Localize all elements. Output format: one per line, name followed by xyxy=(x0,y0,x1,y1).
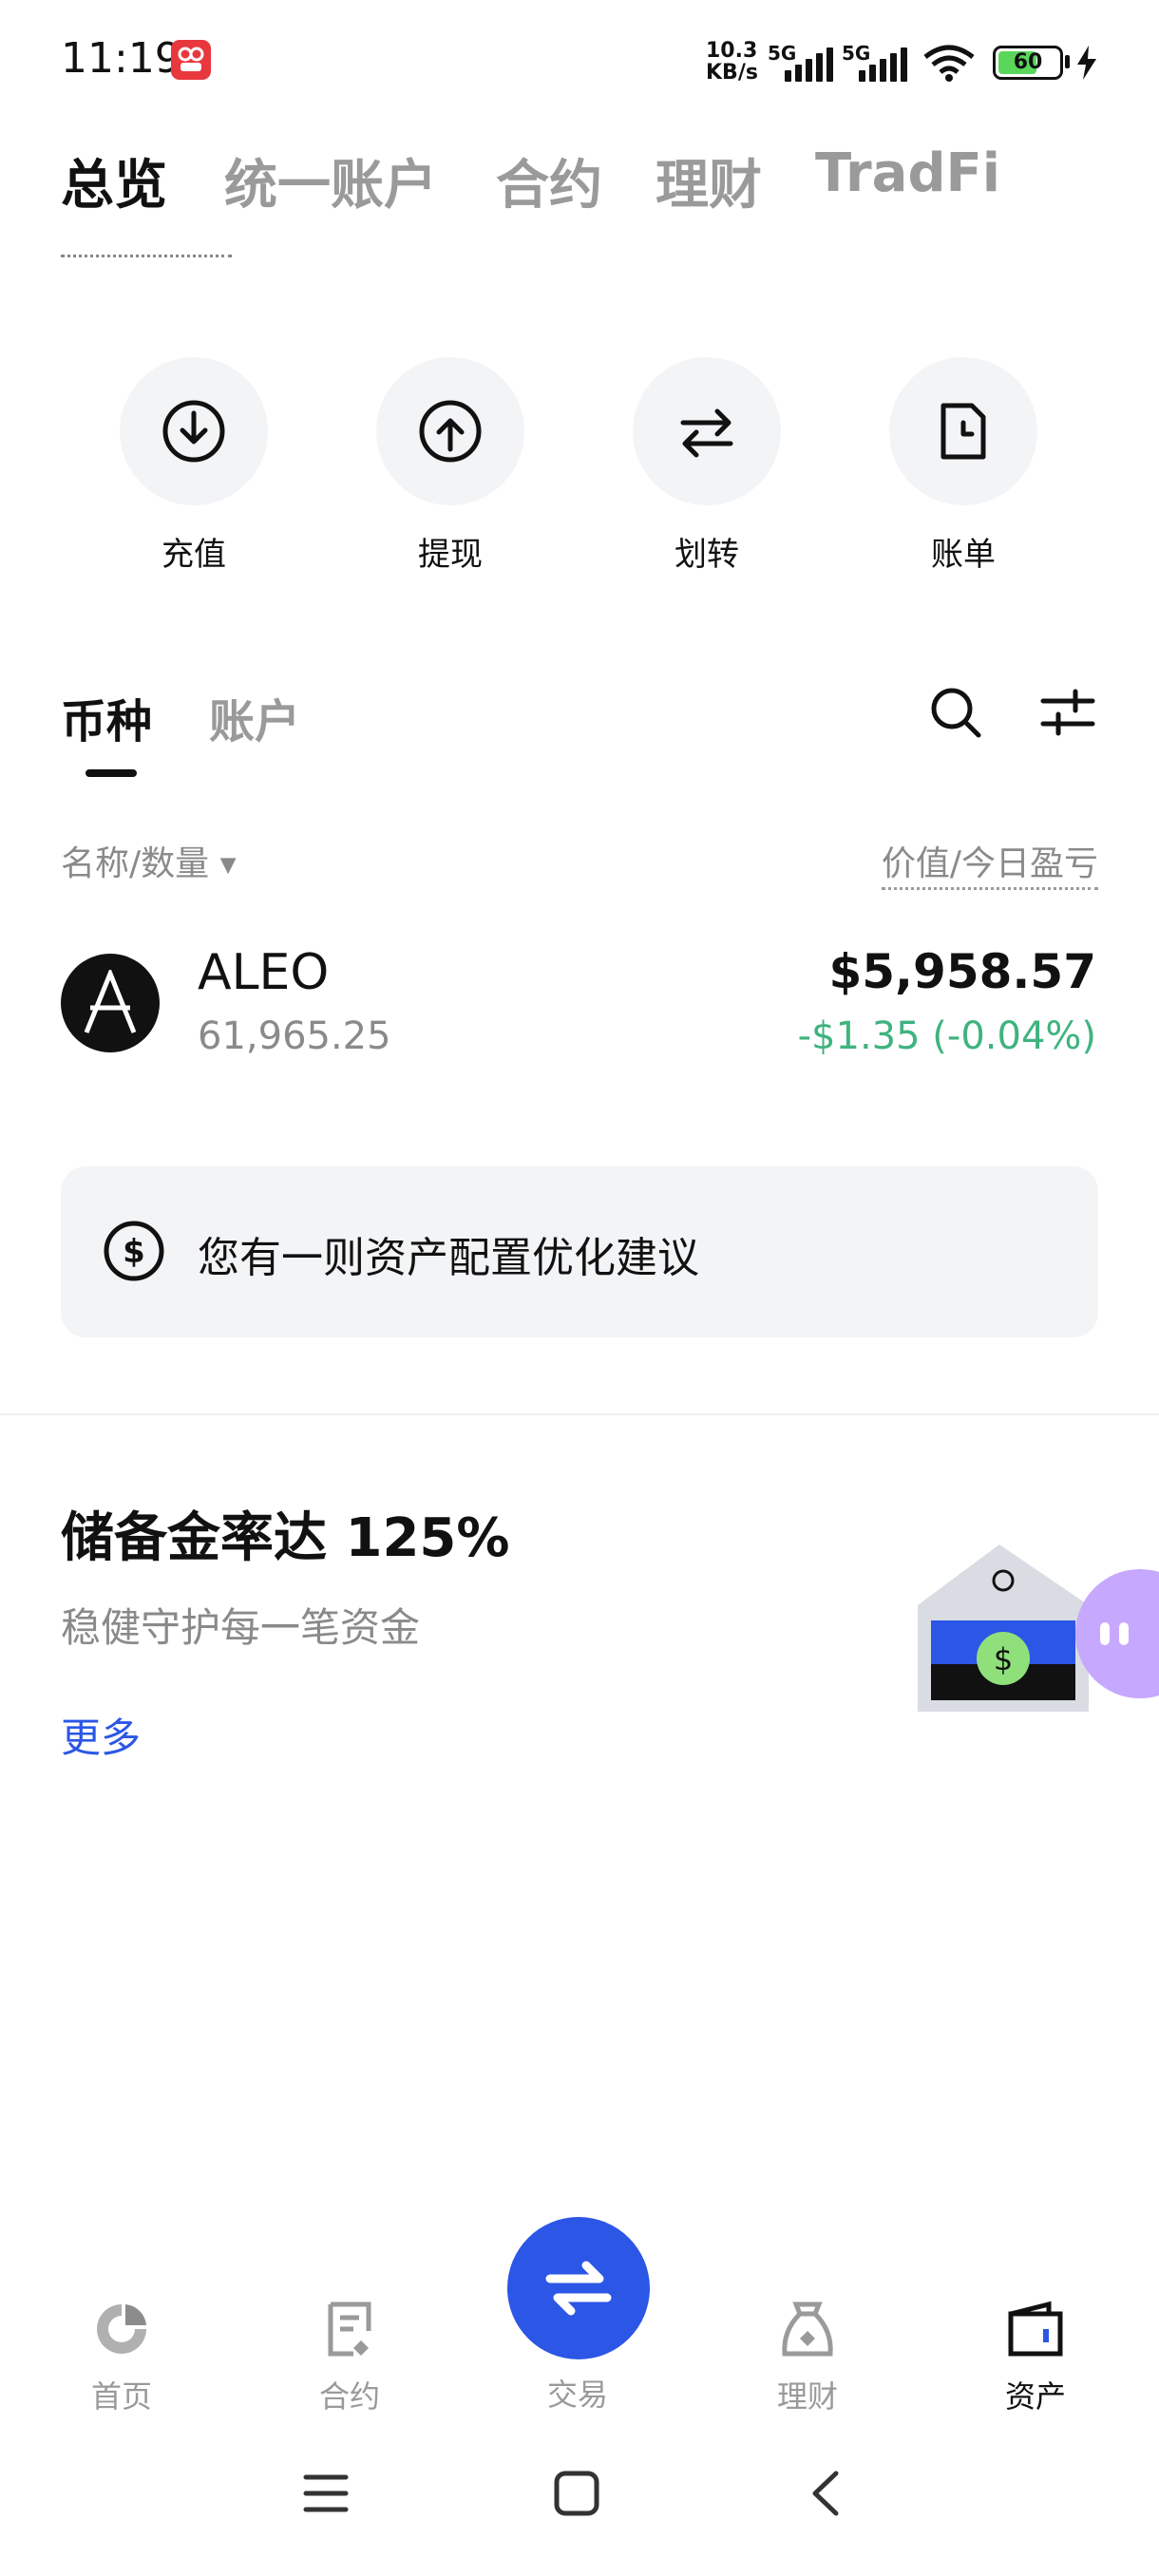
nav-assets-label: 资产 xyxy=(1004,2378,1066,2415)
svg-text:$: $ xyxy=(994,1641,1013,1677)
sort-caret-icon: ▼ xyxy=(219,853,237,878)
nav-trade-label: 交易 xyxy=(546,2377,608,2413)
withdraw-icon xyxy=(376,357,524,505)
network-speed-unit: KB/s xyxy=(706,61,758,85)
app-notification-icon xyxy=(171,40,211,80)
asset-value: $5,958.57 xyxy=(828,944,1096,999)
tab-tradfi[interactable]: TradFi xyxy=(815,142,1000,204)
reserve-ratio-title: 储备金率达 125% xyxy=(61,1507,510,1569)
total-balance-hidden[interactable] xyxy=(61,255,232,257)
column-name-quantity: 名称/数量 xyxy=(61,844,210,883)
asset-daily-pnl: -$1.35 (-0.04%) xyxy=(797,1014,1096,1058)
home-icon xyxy=(46,2299,198,2363)
tab-overview[interactable]: 总览 xyxy=(61,142,167,219)
transfer-button[interactable]: 划转 xyxy=(631,357,783,575)
back-icon[interactable] xyxy=(808,2470,846,2521)
asset-symbol: ALEO xyxy=(198,944,330,1001)
suggestion-text: 您有一则资产配置优化建议 xyxy=(198,1234,699,1282)
battery-level: 60 xyxy=(1013,50,1043,74)
earn-icon xyxy=(732,2299,884,2363)
section-divider xyxy=(0,1413,1159,1415)
nav-earn-label: 理财 xyxy=(776,2378,838,2415)
transfer-label: 划转 xyxy=(674,536,739,574)
bill-icon xyxy=(889,357,1037,505)
nav-earn[interactable]: 理财 xyxy=(732,2299,884,2416)
bill-button[interactable]: 账单 xyxy=(887,357,1039,575)
aleo-logo-icon xyxy=(61,954,160,1052)
assets-icon xyxy=(960,2299,1112,2363)
bank-reserve-illustration: $ xyxy=(912,1539,1159,1723)
withdraw-label: 提现 xyxy=(418,536,483,574)
reserve-subtitle: 稳健守护每一笔资金 xyxy=(61,1604,421,1651)
battery-icon: 60 xyxy=(993,46,1063,80)
deposit-button[interactable]: 充值 xyxy=(118,357,270,575)
signal-bars-icon xyxy=(859,46,908,82)
nav-trade[interactable] xyxy=(507,2217,650,2359)
tab-currency[interactable]: 币种 xyxy=(61,684,152,750)
asset-quantity: 61,965.25 xyxy=(198,1014,391,1058)
column-value-pnl[interactable]: 价值/今日盈亏 xyxy=(881,836,1098,890)
trade-icon xyxy=(545,2261,612,2316)
nav-contract[interactable]: 合约 xyxy=(274,2299,426,2416)
search-icon[interactable] xyxy=(927,684,984,745)
network-speed: 10.3 KB/s xyxy=(706,40,758,84)
nav-assets[interactable]: 资产 xyxy=(960,2299,1112,2416)
battery-tip xyxy=(1065,55,1070,68)
sort-name-quantity[interactable]: 名称/数量 ▼ xyxy=(61,836,237,885)
filter-icon[interactable] xyxy=(1039,686,1096,743)
menu-icon[interactable] xyxy=(302,2470,350,2521)
tab-earn[interactable]: 理财 xyxy=(656,142,762,219)
tab-account[interactable]: 账户 xyxy=(209,684,300,750)
deposit-label: 充值 xyxy=(162,536,226,574)
nav-home[interactable]: 首页 xyxy=(46,2299,198,2416)
dollar-icon: $ xyxy=(103,1220,165,1282)
bill-label: 账单 xyxy=(931,536,996,574)
contract-icon xyxy=(274,2299,426,2363)
deposit-icon xyxy=(120,357,268,505)
transfer-icon xyxy=(633,357,781,505)
nav-home-label: 首页 xyxy=(90,2378,152,2415)
nav-contract-label: 合约 xyxy=(318,2378,380,2415)
wifi-icon xyxy=(922,44,977,85)
svg-text:$: $ xyxy=(123,1233,145,1271)
home-button-icon[interactable] xyxy=(553,2470,600,2521)
tab-unified-account[interactable]: 统一账户 xyxy=(224,142,437,219)
active-tab-indicator xyxy=(86,769,137,777)
status-time: 11:19 xyxy=(61,34,181,83)
network-speed-value: 10.3 xyxy=(706,39,758,63)
withdraw-button[interactable]: 提现 xyxy=(374,357,526,575)
tab-contract[interactable]: 合约 xyxy=(496,142,602,219)
signal-bars-icon xyxy=(785,46,834,82)
charging-icon xyxy=(1075,46,1098,84)
reserve-more-link[interactable]: 更多 xyxy=(61,1706,141,1764)
